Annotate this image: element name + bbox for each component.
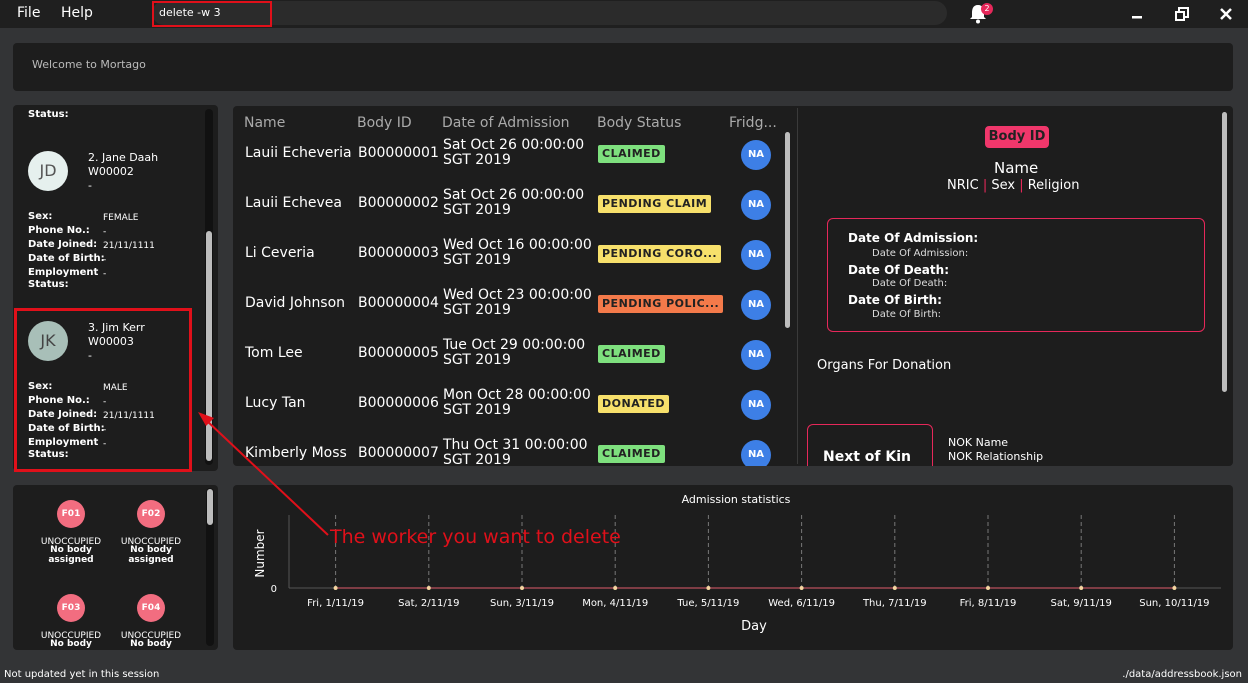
- annotation-arrow: [198, 412, 329, 536]
- status-bar-left: Not updated yet in this session: [4, 669, 160, 680]
- annotation-text: The worker you want to delete: [330, 526, 621, 548]
- status-bar-right: ./data/addressbook.json: [1122, 669, 1242, 680]
